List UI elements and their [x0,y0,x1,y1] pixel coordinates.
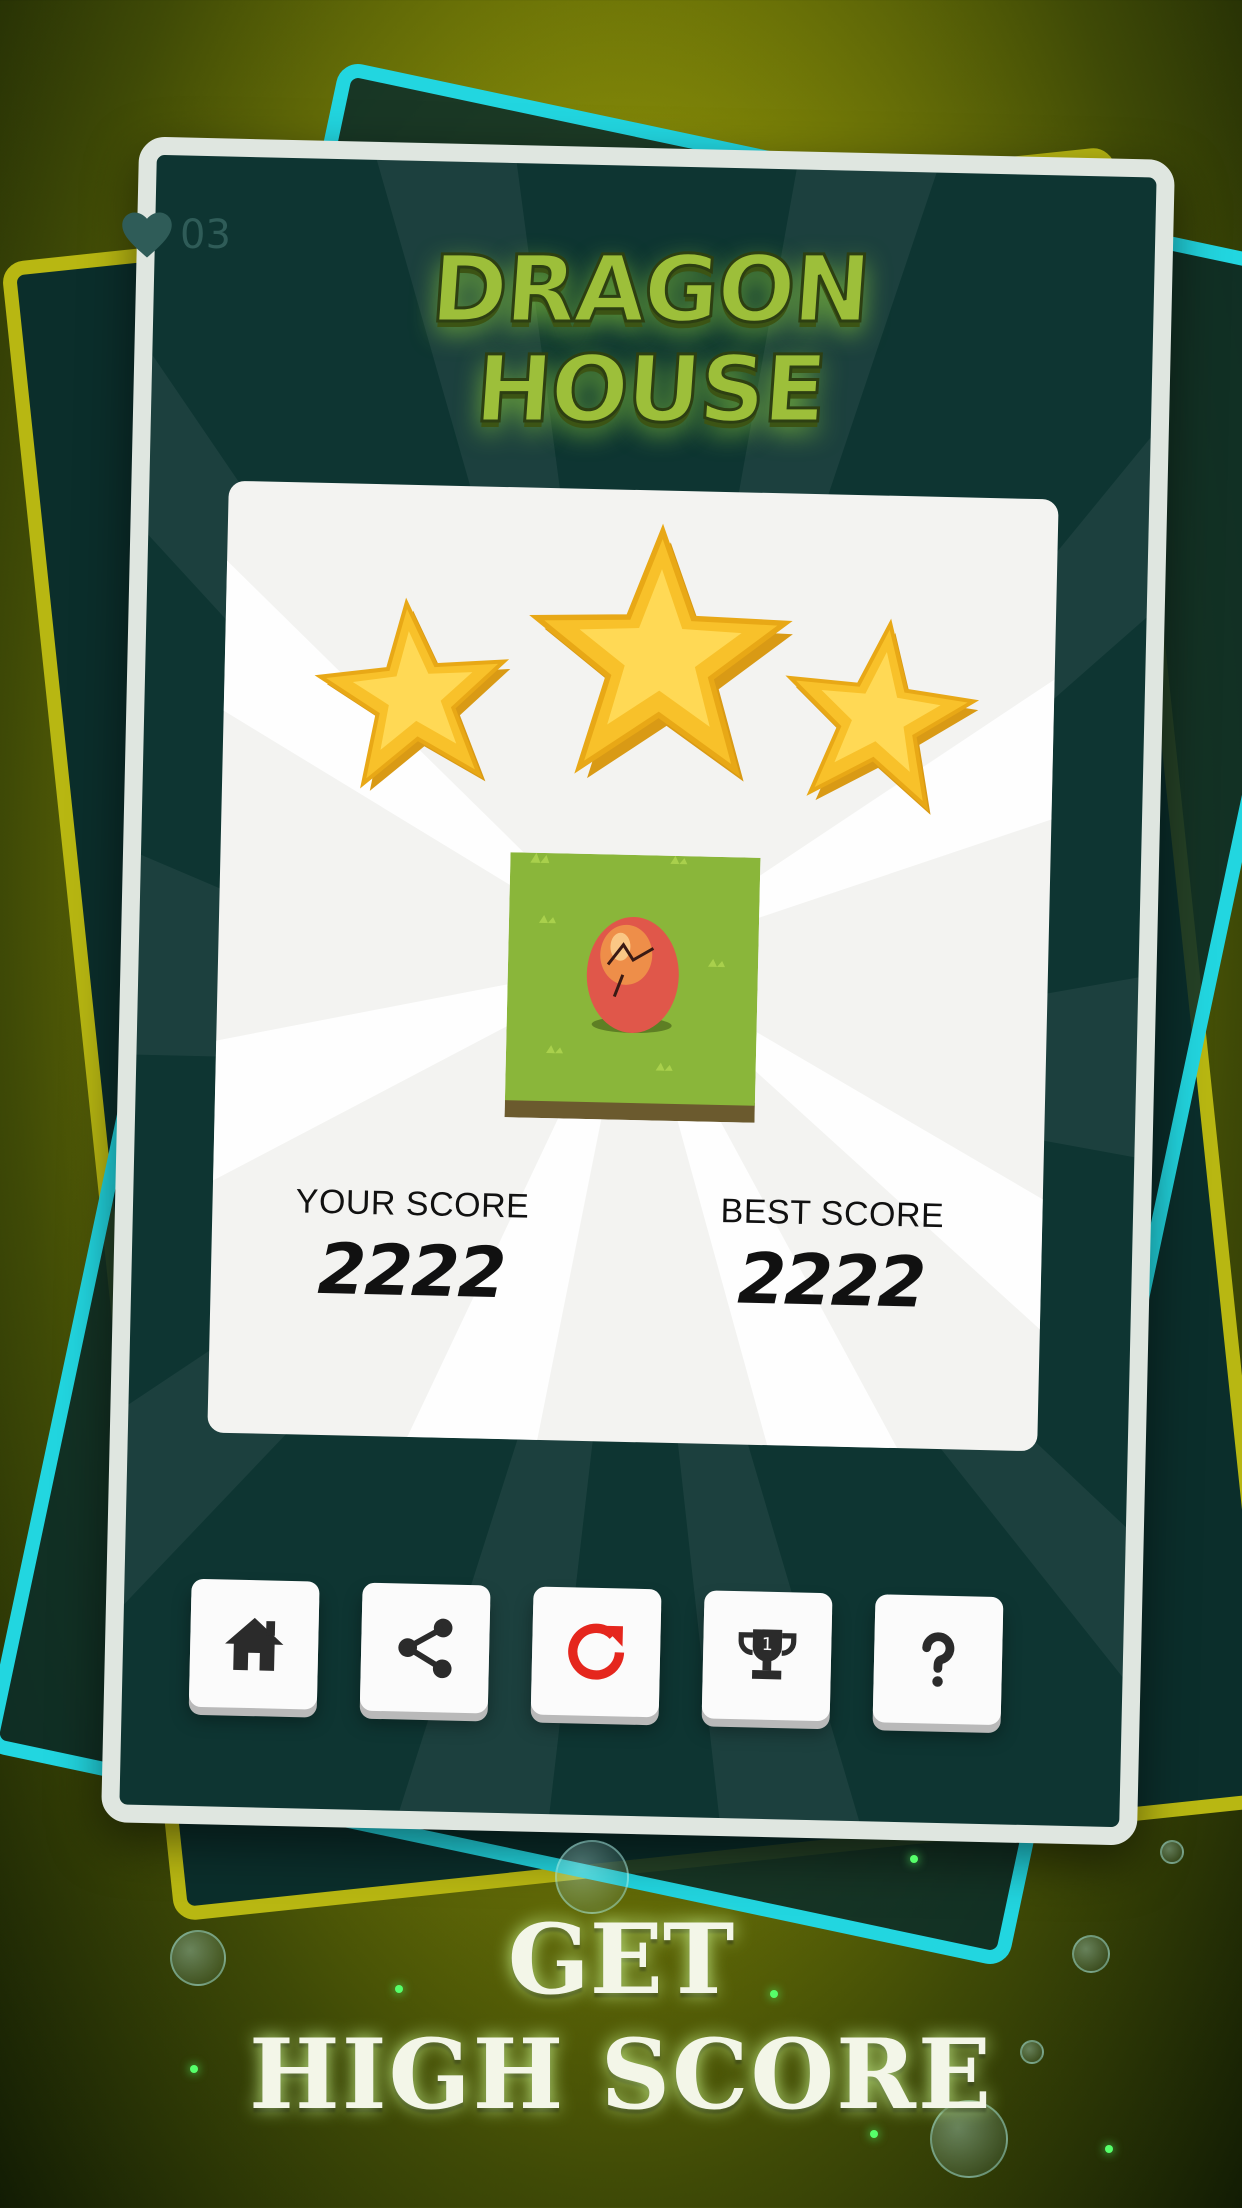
your-score: YOUR SCORE 2222 [280,1182,543,1315]
question-icon [922,1632,955,1687]
action-buttons: 1 [188,1578,1012,1738]
dragon-egg-tile [504,852,761,1123]
best-score: BEST SCORE 2222 [700,1192,963,1325]
best-score-value: 2222 [736,1237,926,1324]
lives-counter: 03 [120,210,231,260]
cta-line-1: GET [507,1903,735,2016]
sparkle [910,1855,918,1863]
svg-text:1: 1 [762,1635,774,1655]
your-score-value: 2222 [316,1227,506,1315]
best-score-label: BEST SCORE [720,1192,945,1236]
sparkle [1105,2145,1113,2153]
logo-line-2: HOUSE [470,335,829,445]
bubble [1160,1840,1184,1864]
call-to-action: GET HIGH SCORE [0,1905,1242,2135]
home-icon [225,1617,284,1671]
share-icon [398,1618,453,1679]
logo-line-1: DRAGON [426,235,874,345]
leaderboard-button[interactable]: 1 [701,1590,833,1722]
star-rating [222,481,1059,815]
replay-icon [568,1623,625,1680]
help-button[interactable] [872,1594,1004,1726]
trophy-icon: 1 [738,1629,797,1680]
star-icon [529,523,793,782]
home-button[interactable] [188,1578,320,1710]
lives-value: 03 [180,212,231,258]
cta-line-2: HIGH SCORE [248,2018,994,2131]
star-icon [785,618,980,815]
share-button[interactable] [359,1582,491,1714]
replay-button[interactable] [530,1586,662,1718]
game-logo: DRAGON HOUSE [380,235,920,445]
your-score-label: YOUR SCORE [295,1182,530,1226]
star-icon [314,597,511,791]
result-panel: YOUR SCORE 2222 BEST SCORE 2222 [207,480,1059,1452]
heart-icon [122,212,172,258]
